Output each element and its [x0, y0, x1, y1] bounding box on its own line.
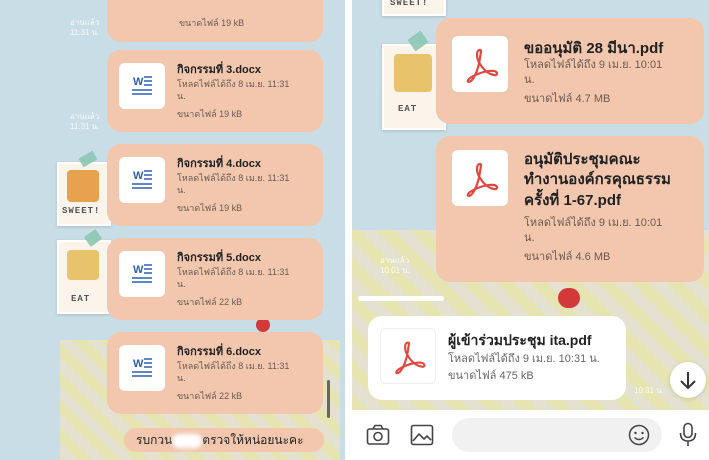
sticker-label: SWEET! [62, 206, 101, 216]
file-message[interactable]: W กิจกรรมที่ 5.docx โหลดไฟล์ได้ถึง 8 เม.… [107, 238, 323, 320]
word-doc-icon: W [119, 251, 165, 297]
file-size: ขนาดไฟล์ 22 kB [177, 297, 243, 307]
file-message[interactable]: W กิจกรรมที่ 6.docx โหลดไฟล์ได้ถึง 8 เม.… [107, 332, 323, 414]
file-download-expiry: โหลดไฟล์ได้ถึง 9 เม.ย. 10:01 น. [524, 217, 663, 244]
camera-icon[interactable] [366, 424, 390, 451]
redacted-name [172, 433, 203, 448]
file-message[interactable]: ขนาดไฟล์ 19 kB [107, 0, 323, 42]
sent-timestamp: 10:31 น. [634, 386, 664, 395]
read-timestamp: อ่านแล้ว 10:01 น. [380, 256, 410, 276]
file-size: ขนาดไฟล์ 19 kB [179, 18, 245, 28]
arrow-down-icon [670, 362, 706, 403]
file-message[interactable]: W กิจกรรมที่ 3.docx โหลดไฟล์ได้ถึง 8 เม.… [107, 50, 323, 132]
sweet-sticker: SWEET! [57, 162, 111, 226]
file-name: กิจกรรมที่ 6.docx [177, 346, 261, 358]
scrollbar[interactable] [327, 380, 330, 418]
svg-text:W: W [133, 264, 144, 276]
read-timestamp: อ่านแล้ว 11:31 น. [70, 18, 100, 38]
scroll-down-button[interactable] [670, 362, 706, 398]
file-name: กิจกรรมที่ 5.docx [177, 252, 261, 264]
file-download-expiry: โหลดไฟล์ได้ถึง 8 เม.ย. 11:31 น. [177, 173, 290, 196]
sweet-sticker: SWEET! [382, 0, 446, 16]
file-message[interactable]: ขออนุมัติ 28 มีนา.pdf โหลดไฟล์ได้ถึง 9 เ… [436, 18, 704, 124]
divider [358, 296, 444, 301]
file-name: กิจกรรมที่ 4.docx [177, 158, 261, 170]
word-doc-icon: W [119, 345, 165, 391]
message-input[interactable] [452, 418, 662, 452]
wallpaper-strawberry [256, 318, 270, 332]
sticker-label: EAT [398, 104, 418, 114]
file-message[interactable]: ผู้เข้าร่วมประชุม ita.pdf โหลดไฟล์ได้ถึง… [368, 316, 626, 400]
file-download-expiry: โหลดไฟล์ได้ถึง 8 เม.ย. 11:31 น. [177, 267, 290, 290]
file-download-expiry: โหลดไฟล์ได้ถึง 8 เม.ย. 11:31 น. [177, 79, 290, 102]
file-size: ขนาดไฟล์ 4.7 MB [524, 93, 611, 105]
file-size: ขนาดไฟล์ 4.6 MB [524, 251, 611, 263]
file-name: ผู้เข้าร่วมประชุม ita.pdf [448, 332, 592, 348]
microphone-icon[interactable] [678, 422, 698, 453]
svg-text:W: W [133, 170, 144, 182]
message-text-prefix: รบกวน [136, 433, 173, 447]
file-size: ขนาดไฟล์ 19 kB [177, 203, 243, 213]
file-size: ขนาดไฟล์ 19 kB [177, 109, 243, 119]
file-name: อนุมัติประชุมคณะ ทำงานองค์กรคุณธรรม ครั้… [524, 151, 671, 209]
screenshot-divider [345, 0, 352, 460]
image-icon[interactable] [410, 424, 434, 451]
word-doc-icon: W [119, 63, 165, 109]
file-download-expiry: โหลดไฟล์ได้ถึง 8 เม.ย. 11:31 น. [177, 361, 290, 384]
chat-panel-right: SWEET! EAT อ่านแล้ว 10:01 น. ขออนุมัติ 2… [352, 0, 709, 460]
file-download-expiry: โหลดไฟล์ได้ถึง 9 เม.ย. 10:31 น. [448, 353, 600, 365]
svg-text:W: W [133, 358, 144, 370]
file-message[interactable]: อนุมัติประชุมคณะ ทำงานองค์กรคุณธรรม ครั้… [436, 136, 704, 282]
read-timestamp: อ่านแล้ว 11:31 น. [70, 112, 100, 132]
eat-sticker: EAT [57, 240, 111, 314]
sticker-label: EAT [71, 294, 91, 304]
file-name: ขออนุมัติ 28 มีนา.pdf [524, 40, 664, 57]
pdf-icon [380, 328, 436, 384]
svg-text:W: W [133, 76, 144, 88]
file-size: ขนาดไฟล์ 22 kB [177, 391, 243, 401]
chat-panel-left: SWEET! EAT อ่านแล้ว 11:31 น. อ่านแล้ว 11… [0, 0, 345, 460]
file-message[interactable]: W กิจกรรมที่ 4.docx โหลดไฟล์ได้ถึง 8 เม.… [107, 144, 323, 226]
file-size: ขนาดไฟล์ 475 kB [448, 370, 534, 382]
pdf-icon [452, 36, 508, 92]
message-bubble: รบกวน ตรวจให้หน่อยนะคะ [124, 428, 324, 452]
sticker-label: SWEET! [390, 0, 429, 8]
pdf-icon [452, 150, 508, 206]
word-doc-icon: W [119, 157, 165, 203]
file-download-expiry: โหลดไฟล์ได้ถึง 9 เม.ย. 10:01 น. [524, 59, 663, 86]
chat-input-bar [352, 410, 709, 460]
emoji-icon[interactable] [628, 424, 650, 451]
file-name: กิจกรรมที่ 3.docx [177, 64, 261, 76]
message-text-suffix: ตรวจให้หน่อยนะคะ [202, 433, 304, 447]
wallpaper-strawberry [558, 288, 580, 308]
